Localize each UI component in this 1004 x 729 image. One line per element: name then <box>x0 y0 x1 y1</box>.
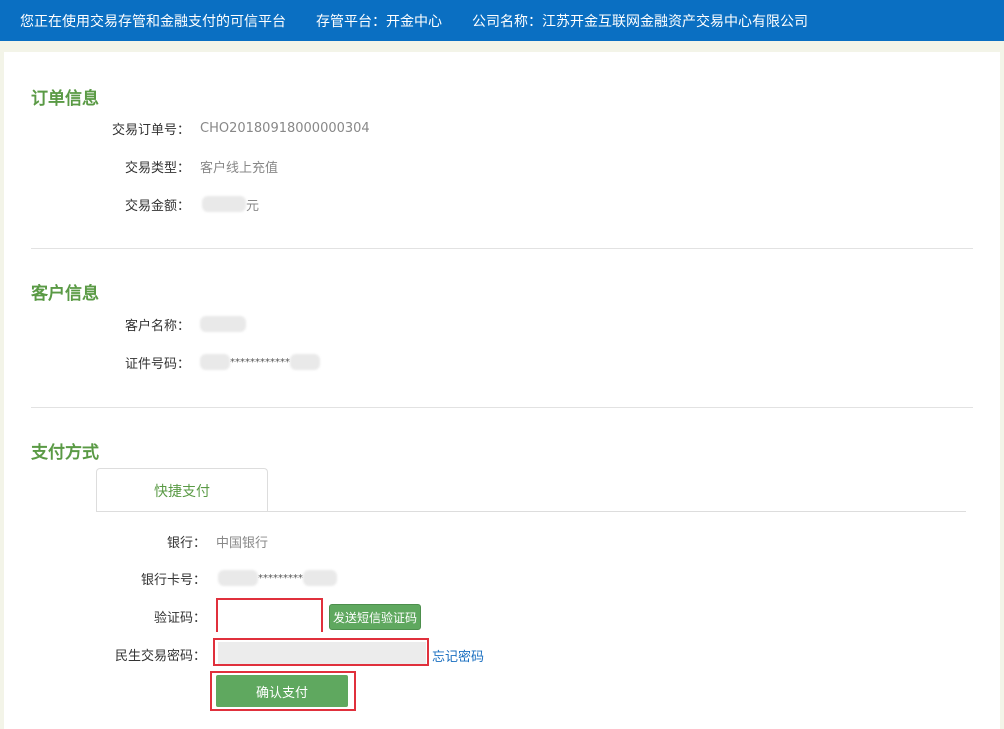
card-row: 银行卡号： ********* <box>124 568 337 588</box>
tab-underline <box>96 511 966 512</box>
code-label: 验证码： <box>153 610 206 626</box>
customer-name-row: 客户名称： <box>104 314 246 334</box>
amount-unit: 元 <box>246 198 260 214</box>
customer-name-label: 客户名称： <box>124 318 190 334</box>
payment-section-title: 支付方式 <box>31 443 99 463</box>
code-row: 验证码： <box>124 606 206 626</box>
main-panel: 订单信息 交易订单号： CHO20180918000000304 交易类型： 客… <box>4 52 1000 729</box>
forgot-password-link[interactable]: 忘记密码 <box>432 646 484 665</box>
order-amount-label: 交易金额： <box>124 198 190 214</box>
company-name: 公司名称：江苏开金互联网金融资产交易中心有限公司 <box>472 13 808 30</box>
bank-label: 银行： <box>166 535 206 551</box>
tab-quick-pay[interactable]: 快捷支付 <box>96 468 268 512</box>
customer-id-masked: ************ <box>230 356 290 368</box>
order-no-label: 交易订单号： <box>111 122 190 138</box>
verification-code-input[interactable] <box>218 600 321 632</box>
bank-value: 中国银行 <box>216 535 269 551</box>
platform-name: 存管平台：开金中心 <box>316 13 442 30</box>
order-type-row: 交易类型： 客户线上充值 <box>104 156 278 176</box>
card-redacted-start <box>218 570 258 586</box>
card-redacted-end <box>303 570 337 586</box>
divider-2 <box>31 407 973 408</box>
divider-1 <box>31 248 973 249</box>
customer-id-label: 证件号码： <box>124 356 190 372</box>
customer-section-title: 客户信息 <box>31 284 99 304</box>
customer-id-row: 证件号码： ************ <box>104 352 320 372</box>
order-no-row: 交易订单号： CHO20180918000000304 <box>104 118 370 138</box>
customer-name-redacted <box>200 316 246 332</box>
password-label: 民生交易密码： <box>114 648 206 664</box>
send-sms-code-button[interactable]: 发送短信验证码 <box>329 604 421 630</box>
top-bar: 您正在使用交易存管和金融支付的可信平台 存管平台：开金中心 公司名称：江苏开金互… <box>0 0 1004 41</box>
amount-redacted <box>202 196 246 212</box>
order-section-title: 订单信息 <box>31 89 99 109</box>
bank-row: 银行： 中国银行 <box>124 531 268 551</box>
order-amount-row: 交易金额： 元 <box>104 194 259 214</box>
confirm-pay-button[interactable]: 确认支付 <box>216 675 348 707</box>
order-type-value: 客户线上充值 <box>200 160 279 176</box>
order-type-label: 交易类型： <box>124 160 190 176</box>
card-masked: ********* <box>258 572 303 584</box>
trade-password-input[interactable] <box>218 642 426 664</box>
id-redacted-end <box>290 354 320 370</box>
card-label: 银行卡号： <box>140 572 206 588</box>
slogan: 您正在使用交易存管和金融支付的可信平台 <box>20 13 286 30</box>
order-no-value: CHO20180918000000304 <box>200 120 370 136</box>
id-redacted-start <box>200 354 230 370</box>
password-row: 民生交易密码： <box>94 644 206 664</box>
